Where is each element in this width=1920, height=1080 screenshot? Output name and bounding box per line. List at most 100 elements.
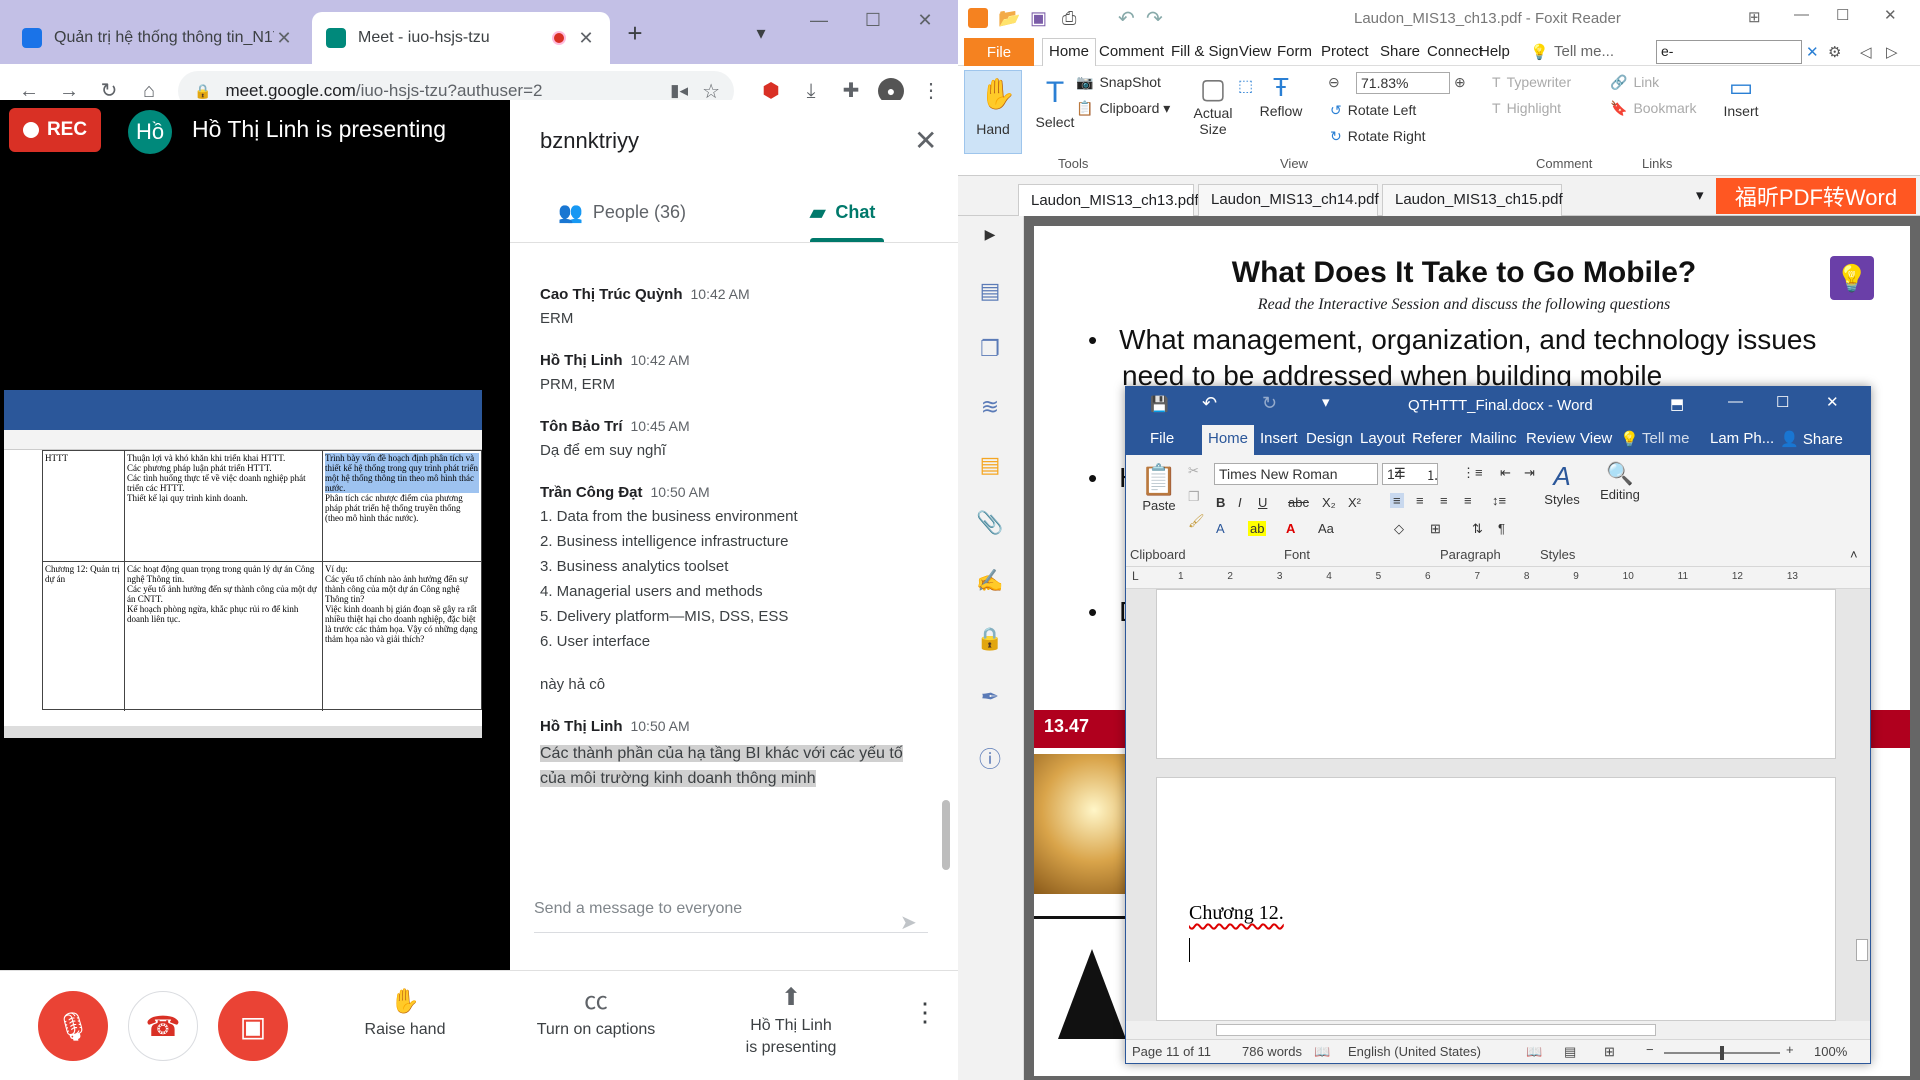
tab-file[interactable]: File <box>1150 430 1174 447</box>
more-options-icon[interactable]: ⋮ <box>912 999 938 1025</box>
tab-references[interactable]: Referer <box>1412 430 1462 447</box>
captions-button[interactable]: ㏄ Turn on captions <box>516 990 676 1041</box>
search-input[interactable]: e- <box>1656 40 1802 64</box>
format-painter-icon[interactable]: 🖌 <box>1188 513 1205 529</box>
zoom-in-icon[interactable]: ⊕ <box>1454 74 1466 91</box>
zoom-slider-handle[interactable] <box>1720 1046 1724 1060</box>
show-marks-icon[interactable]: ¶ <box>1498 521 1505 536</box>
layers-icon[interactable]: ≋ <box>976 394 1004 422</box>
zoom-slider[interactable] <box>1664 1046 1780 1060</box>
bookmark-button[interactable]: 🔖 Bookmark <box>1610 100 1696 117</box>
typewriter-button[interactable]: T Typewriter <box>1492 74 1571 90</box>
font-color-icon[interactable]: A <box>1286 521 1295 536</box>
send-message-input[interactable]: Send a message to everyone <box>534 900 854 918</box>
horizontal-scrollbar[interactable] <box>1126 1021 1870 1039</box>
proofing-icon[interactable]: 📖 <box>1314 1044 1330 1060</box>
layout-icon[interactable]: ⊞ <box>1748 8 1761 26</box>
tab-search-icon[interactable]: ▾ <box>748 20 774 46</box>
info-icon[interactable]: ⓘ <box>976 742 1004 772</box>
justify-icon[interactable]: ≡ <box>1464 493 1472 508</box>
line-spacing-icon[interactable]: ↕≡ <box>1492 493 1506 508</box>
word-count[interactable]: 786 words <box>1242 1044 1302 1059</box>
close-tab-icon[interactable]: ✕ <box>576 28 596 49</box>
customize-qat-icon[interactable]: ▾ <box>1322 393 1330 411</box>
increase-indent-icon[interactable]: ⇥ <box>1524 465 1535 481</box>
thumbnails-icon[interactable]: ❐ <box>976 336 1004 364</box>
borders-icon[interactable]: ⊞ <box>1430 521 1441 537</box>
highlight-color-icon[interactable]: ab <box>1248 521 1267 536</box>
select-tool-button[interactable]: T Select <box>1028 76 1082 130</box>
multilevel-list-icon[interactable]: ⋮≡ <box>1462 465 1483 481</box>
search-options-icon[interactable]: ⚙ <box>1828 43 1841 61</box>
font-name-select[interactable]: Times New Roman <box>1214 463 1378 485</box>
tab-share[interactable]: Share <box>1380 43 1420 60</box>
tab-qtht[interactable]: Quản trị hệ thống thông tin_N1T ✕ <box>8 12 308 64</box>
sign-icon[interactable]: ✒ <box>976 684 1004 712</box>
horizontal-scrollbar-thumb[interactable] <box>1216 1024 1656 1036</box>
chat-scrollbar[interactable] <box>942 800 950 870</box>
snapshot-button[interactable]: 📷 SnapShot <box>1076 74 1161 91</box>
actual-size-button[interactable]: ▢ Actual Size <box>1188 72 1238 137</box>
tell-me-input[interactable]: Tell me <box>1642 430 1690 447</box>
align-center-icon[interactable]: ≡ <box>1416 493 1424 508</box>
tab-design[interactable]: Design <box>1306 430 1353 447</box>
rotate-right-button[interactable]: ↻ Rotate Right <box>1330 128 1426 145</box>
rotate-left-button[interactable]: ↺ Rotate Left <box>1330 102 1416 119</box>
undo-icon[interactable]: ↶ <box>1118 6 1135 31</box>
close-window-button[interactable]: ✕ <box>1884 6 1897 24</box>
open-icon[interactable]: 📂 <box>998 8 1020 29</box>
tab-home[interactable]: Home <box>1042 38 1097 66</box>
shading-icon[interactable]: ◇ <box>1394 521 1404 537</box>
save-icon[interactable]: 💾 <box>1150 395 1169 413</box>
close-window-button[interactable]: ✕ <box>910 10 940 34</box>
tell-me-input[interactable]: Tell me... <box>1554 43 1614 60</box>
word-document-area[interactable]: Chương 12. <box>1126 589 1870 1021</box>
attachments-icon[interactable]: 📎 <box>976 510 1004 538</box>
insert-button[interactable]: ▭ Insert <box>1716 72 1766 119</box>
styles-button[interactable]: A Styles <box>1540 461 1584 507</box>
zoom-out-icon[interactable]: − <box>1646 1042 1654 1057</box>
reflow-button[interactable]: Ŧ Reflow <box>1254 72 1308 119</box>
editing-button[interactable]: 🔍 Editing <box>1592 461 1648 502</box>
tab-fill-sign[interactable]: Fill & Sign <box>1171 43 1239 60</box>
share-button[interactable]: 👤 Share <box>1780 430 1843 448</box>
print-layout-icon[interactable]: ▤ <box>1564 1044 1576 1060</box>
leave-call-button[interactable]: ☎ <box>128 991 198 1061</box>
underline-button[interactable]: U <box>1258 495 1267 510</box>
tab-mailings[interactable]: Mailinc <box>1470 430 1517 447</box>
decrease-indent-icon[interactable]: ⇤ <box>1500 465 1511 481</box>
cut-icon[interactable]: ✂ <box>1188 463 1199 479</box>
save-icon[interactable]: ▣ <box>1030 8 1047 29</box>
comments-icon[interactable]: ▤ <box>976 452 1004 480</box>
raise-hand-button[interactable]: ✋ Raise hand <box>350 990 460 1041</box>
maximize-button[interactable]: ☐ <box>858 10 888 34</box>
text-effects-icon[interactable]: A <box>1216 521 1225 536</box>
security-lock-icon[interactable]: 🔒 <box>976 626 1004 654</box>
tab-review[interactable]: Review <box>1526 430 1575 447</box>
change-case-icon[interactable]: Aa <box>1318 521 1334 536</box>
maximize-button[interactable]: ☐ <box>1836 6 1849 24</box>
print-icon[interactable]: ⎙ <box>1062 8 1076 29</box>
account-name[interactable]: Lam Ph... <box>1710 430 1774 447</box>
tab-home[interactable]: Home <box>1202 425 1255 455</box>
tab-layout[interactable]: Layout <box>1360 430 1405 447</box>
tabs-dropdown-icon[interactable]: ▾ <box>1696 186 1704 204</box>
document-text[interactable]: Chương 12. <box>1189 902 1284 925</box>
bullets-icon[interactable]: ☰ <box>1394 465 1406 481</box>
numbering-icon[interactable]: ⒈ <box>1426 465 1439 484</box>
tab-help[interactable]: Help <box>1479 43 1510 60</box>
minimize-button[interactable]: — <box>1794 6 1809 23</box>
strikethrough-button[interactable]: abc <box>1288 495 1309 510</box>
doc-tab[interactable]: Laudon_MIS13_ch15.pdf <box>1382 184 1563 216</box>
web-layout-icon[interactable]: ⊞ <box>1604 1044 1615 1060</box>
ribbon-display-icon[interactable]: ⬒ <box>1670 395 1684 413</box>
tab-insert[interactable]: Insert <box>1260 430 1298 447</box>
tab-meet[interactable]: Meet - iuo-hsjs-tzu ✕ <box>312 12 610 64</box>
zoom-in-icon[interactable]: + <box>1786 1042 1794 1057</box>
superscript-button[interactable]: X² <box>1348 495 1361 510</box>
presenting-button[interactable]: ⬆ Hồ Thị Linh is presenting <box>728 986 854 1059</box>
maximize-button[interactable]: ☐ <box>1776 393 1789 411</box>
close-panel-icon[interactable]: ✕ <box>914 124 937 157</box>
page-count[interactable]: Page 11 of 11 <box>1132 1044 1211 1059</box>
doc-tab[interactable]: Laudon_MIS13_ch13.pdf✕ <box>1018 184 1221 216</box>
